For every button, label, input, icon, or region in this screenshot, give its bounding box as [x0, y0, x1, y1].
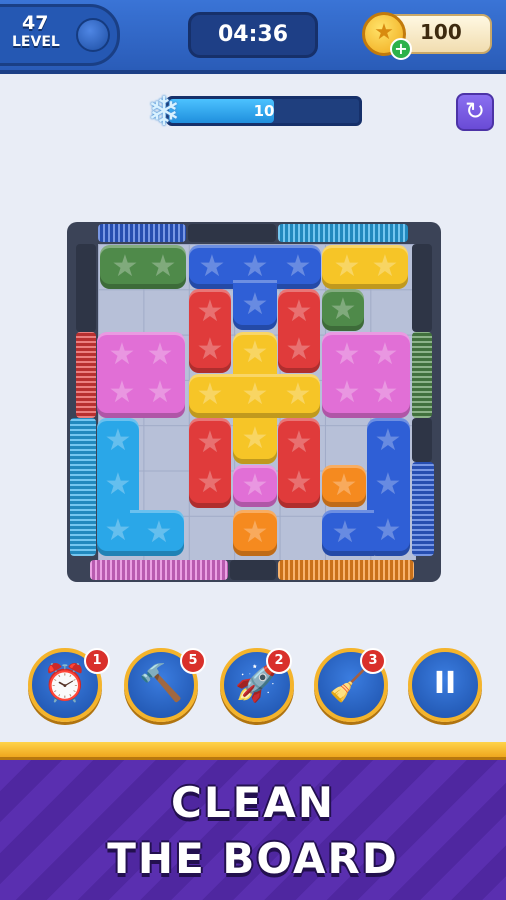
alarm-clock-icon: ⏰ [42, 663, 88, 704]
block-pink-left[interactable]: ★ ★ ★ ★ [97, 332, 185, 418]
snowflake-icon: ❄ [147, 89, 181, 135]
booster-count-badge: 1 [84, 648, 110, 674]
freeze-value: 10 [253, 102, 275, 120]
block-orange-upper[interactable]: ★ [322, 465, 366, 507]
timer: 04:36 [188, 12, 318, 58]
banner-gold-strip [0, 742, 506, 760]
block-pink-single[interactable]: ★ [233, 465, 277, 507]
promo-banner: CLEAN THE BOARD [0, 760, 506, 900]
exit-bottom-orange [278, 560, 414, 580]
freeze-progress-bar: 10 [166, 96, 362, 126]
hammer-icon: 🔨 [138, 663, 184, 704]
block-red-upper-left[interactable]: ★ ★ [189, 289, 231, 373]
banner-line-2: THE BOARD [107, 834, 399, 883]
exit-top-cyan [278, 224, 408, 242]
block-red-lower-left[interactable]: ★ ★ [189, 418, 231, 508]
block-green-single[interactable]: ★ [322, 289, 364, 331]
booster-count-badge: 2 [266, 648, 292, 674]
wall-right-top [412, 244, 432, 332]
restart-icon: ↻ [464, 97, 486, 125]
exit-right-blue [412, 462, 434, 556]
exit-right-green [412, 332, 432, 418]
exit-bottom-pink [90, 560, 228, 580]
block-pink-right[interactable]: ★ ★ ★ ★ [322, 332, 410, 418]
pause-icon: II [433, 666, 457, 701]
wall-top [188, 224, 276, 242]
block-cyan-l-foot[interactable]: ★ [130, 510, 184, 556]
block-blue-l-foot[interactable]: ★ [322, 510, 374, 556]
pause-button[interactable]: II [408, 648, 482, 722]
exit-left-cyan [70, 418, 96, 556]
coin-count: 100 [420, 20, 462, 44]
block-blue-t-stem[interactable]: ★ [233, 280, 277, 330]
exit-top-blue [98, 224, 186, 242]
block-red-upper-right[interactable]: ★ ★ [278, 289, 320, 373]
booster-count-badge: 5 [180, 648, 206, 674]
exit-left-red [76, 332, 96, 418]
block-green-horizontal[interactable]: ★ ★ [100, 245, 186, 289]
block-yellow-horizontal[interactable]: ★ ★ [322, 245, 408, 289]
level-toggle-icon[interactable] [76, 18, 110, 52]
plus-icon[interactable]: + [390, 38, 412, 60]
wall-right-mid [412, 418, 432, 462]
level-number: 47 [22, 12, 49, 34]
block-orange-lower[interactable]: ★ [233, 510, 277, 556]
block-yellow-plus-horizontal[interactable]: ★ ★ ★ [189, 374, 320, 418]
wall-left-top [76, 244, 96, 332]
booster-count-badge: 3 [360, 648, 386, 674]
block-red-lower-right[interactable]: ★ ★ [278, 418, 320, 508]
restart-button[interactable]: ↻ [456, 93, 494, 131]
level-label: LEVEL [12, 34, 60, 50]
banner-line-1: CLEAN [171, 778, 335, 827]
wall-bottom [230, 560, 276, 580]
